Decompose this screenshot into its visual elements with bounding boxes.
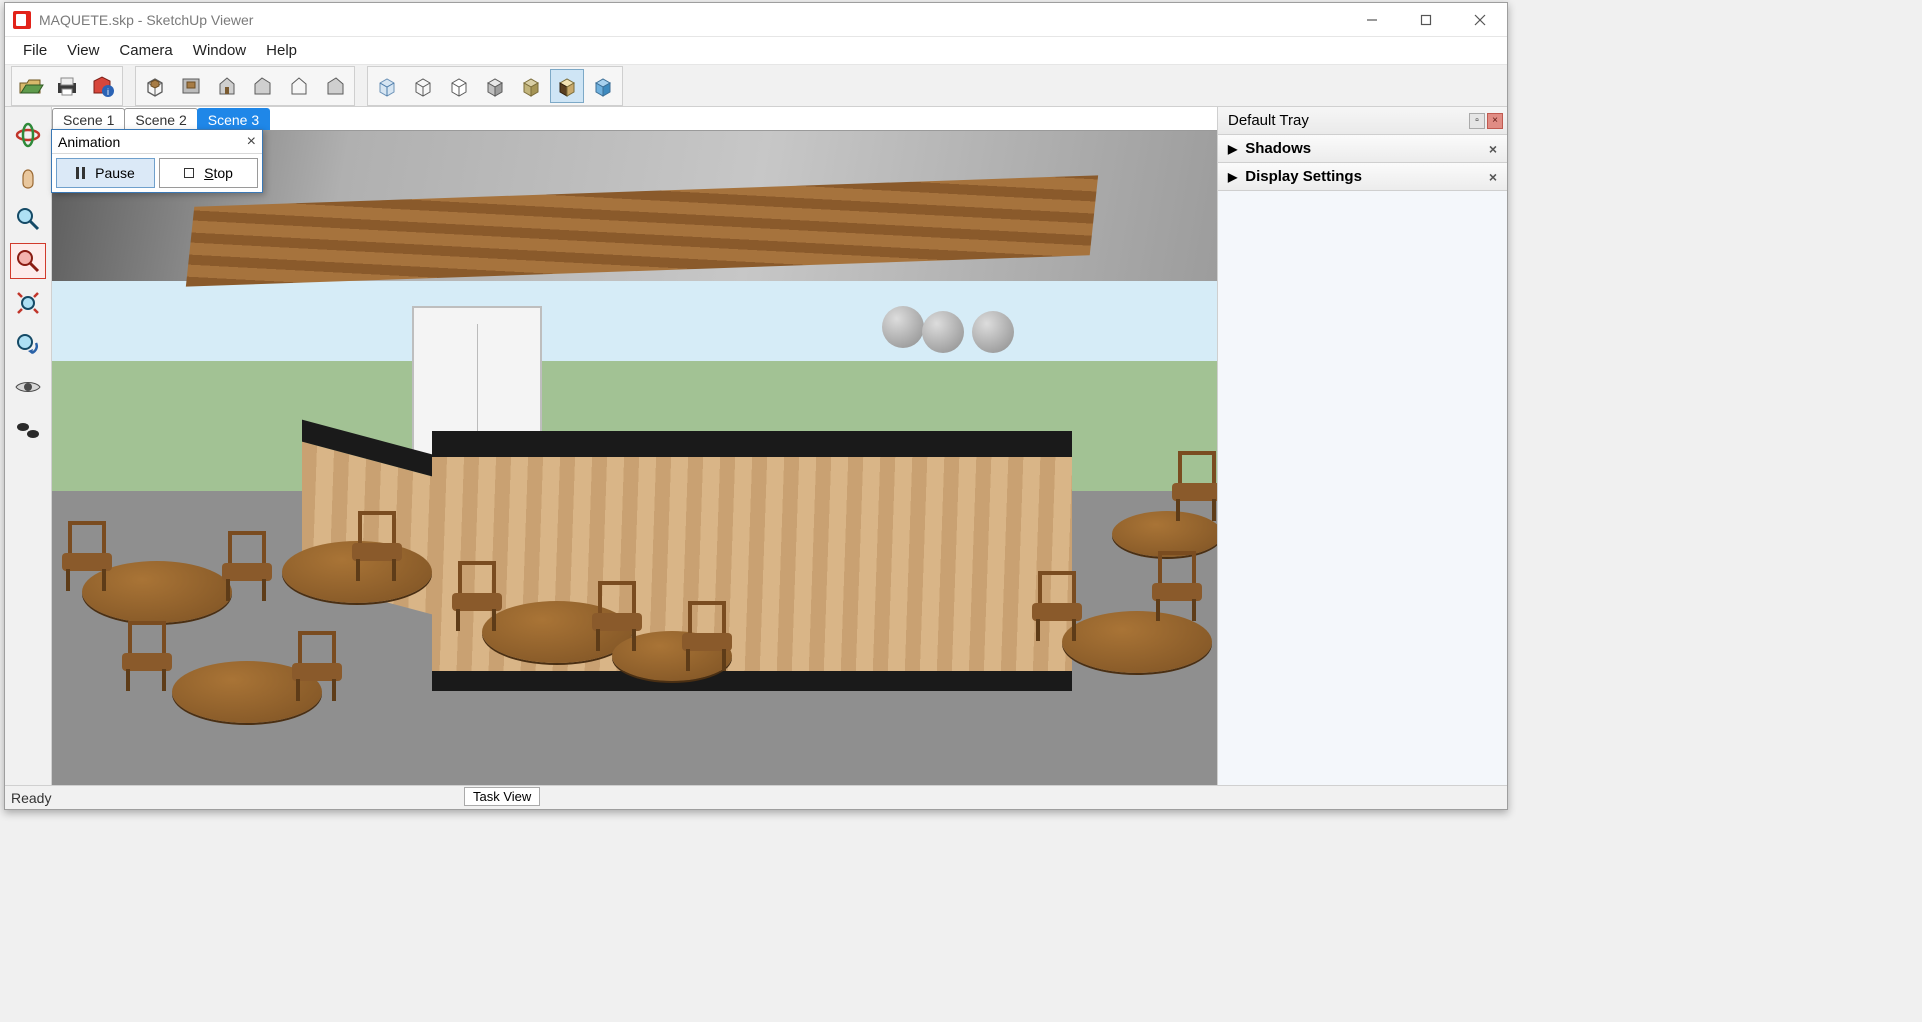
animation-title: Animation	[58, 134, 120, 150]
scene-render	[52, 131, 1217, 785]
animation-body: Pause Stop	[52, 154, 262, 192]
pause-button[interactable]: Pause	[56, 158, 155, 188]
zoom-window-icon[interactable]	[10, 243, 46, 279]
animation-titlebar[interactable]: Animation ×	[52, 130, 262, 154]
tray-panel-label: Shadows	[1245, 140, 1311, 157]
tray-panel-display-settings[interactable]: ▶ Display Settings ×	[1218, 163, 1507, 191]
iso-view-icon[interactable]	[138, 69, 172, 103]
left-view-icon[interactable]	[318, 69, 352, 103]
toolbar-group-views	[135, 66, 355, 106]
toolbar-group-styles	[367, 66, 623, 106]
animation-window[interactable]: Animation × Pause Stop	[51, 129, 263, 193]
tray-pin-icon[interactable]: ▫	[1469, 113, 1485, 129]
zoom-icon[interactable]	[10, 201, 46, 237]
app-icon	[13, 11, 31, 29]
scene-tab-1[interactable]: Scene 1	[52, 108, 125, 130]
left-toolbar	[5, 107, 52, 785]
menu-view[interactable]: View	[57, 38, 109, 63]
caret-right-icon: ▶	[1228, 142, 1237, 156]
menu-file[interactable]: File	[13, 38, 57, 63]
orbit-icon[interactable]	[10, 117, 46, 153]
tray-close-icon[interactable]: ×	[1487, 113, 1503, 129]
menu-bar: File View Camera Window Help	[5, 37, 1507, 65]
content-area: Scene 1 Scene 2 Scene 3	[5, 107, 1507, 785]
tray-header-controls: ▫ ×	[1469, 113, 1503, 129]
window-title: MAQUETE.skp - SketchUp Viewer	[39, 12, 253, 28]
caret-right-icon: ▶	[1228, 170, 1237, 184]
menu-help[interactable]: Help	[256, 38, 307, 63]
maximize-button[interactable]	[1399, 3, 1453, 37]
hidden-line-icon[interactable]	[442, 69, 476, 103]
open-icon[interactable]	[14, 69, 48, 103]
status-text: Ready	[11, 790, 51, 806]
xray-icon[interactable]	[370, 69, 404, 103]
walk-icon[interactable]	[10, 411, 46, 447]
look-around-icon[interactable]	[10, 369, 46, 405]
zoom-extents-icon[interactable]	[10, 285, 46, 321]
monochrome-icon[interactable]	[586, 69, 620, 103]
app-window: MAQUETE.skp - SketchUp Viewer File View …	[4, 2, 1508, 810]
right-view-icon[interactable]	[246, 69, 280, 103]
pause-label: Pause	[95, 165, 135, 181]
tray-panel-label: Display Settings	[1245, 168, 1362, 185]
toolbar-group-file: i	[11, 66, 123, 106]
menu-window[interactable]: Window	[183, 38, 256, 63]
task-view-tooltip: Task View	[464, 787, 540, 806]
pan-icon[interactable]	[10, 159, 46, 195]
shaded-textures-icon[interactable]	[550, 69, 584, 103]
top-view-icon[interactable]	[174, 69, 208, 103]
scene-tabs: Scene 1 Scene 2 Scene 3	[52, 107, 1217, 131]
stop-icon	[184, 168, 194, 178]
model-info-icon[interactable]: i	[86, 69, 120, 103]
tray-header[interactable]: Default Tray ▫ ×	[1218, 107, 1507, 135]
print-icon[interactable]	[50, 69, 84, 103]
svg-text:i: i	[107, 87, 109, 97]
animation-close-icon[interactable]: ×	[247, 133, 256, 151]
previous-view-icon[interactable]	[10, 327, 46, 363]
scene-tab-2[interactable]: Scene 2	[124, 108, 197, 130]
title-bar: MAQUETE.skp - SketchUp Viewer	[5, 3, 1507, 37]
main-toolbar: i	[5, 65, 1507, 107]
main-area: Scene 1 Scene 2 Scene 3	[52, 107, 1217, 785]
shaded-monochrome-icon[interactable]	[514, 69, 548, 103]
close-button[interactable]	[1453, 3, 1507, 37]
status-bar: Ready	[5, 785, 1507, 809]
back-view-icon[interactable]	[282, 69, 316, 103]
tray-title: Default Tray	[1228, 112, 1309, 129]
minimize-button[interactable]	[1345, 3, 1399, 37]
front-view-icon[interactable]	[210, 69, 244, 103]
pause-icon	[76, 167, 85, 179]
panel-close-icon[interactable]: ×	[1485, 141, 1501, 157]
title-left: MAQUETE.skp - SketchUp Viewer	[5, 11, 253, 29]
scene-tab-3[interactable]: Scene 3	[197, 108, 270, 130]
tray-panel-shadows[interactable]: ▶ Shadows ×	[1218, 135, 1507, 163]
stop-label: Stop	[204, 165, 233, 181]
shaded-icon[interactable]	[478, 69, 512, 103]
stop-button[interactable]: Stop	[159, 158, 258, 188]
viewport-3d[interactable]	[52, 131, 1217, 785]
panel-close-icon[interactable]: ×	[1485, 169, 1501, 185]
wireframe-icon[interactable]	[406, 69, 440, 103]
default-tray: Default Tray ▫ × ▶ Shadows × ▶ Display Set…	[1217, 107, 1507, 785]
window-controls	[1345, 3, 1507, 37]
menu-camera[interactable]: Camera	[109, 38, 182, 63]
